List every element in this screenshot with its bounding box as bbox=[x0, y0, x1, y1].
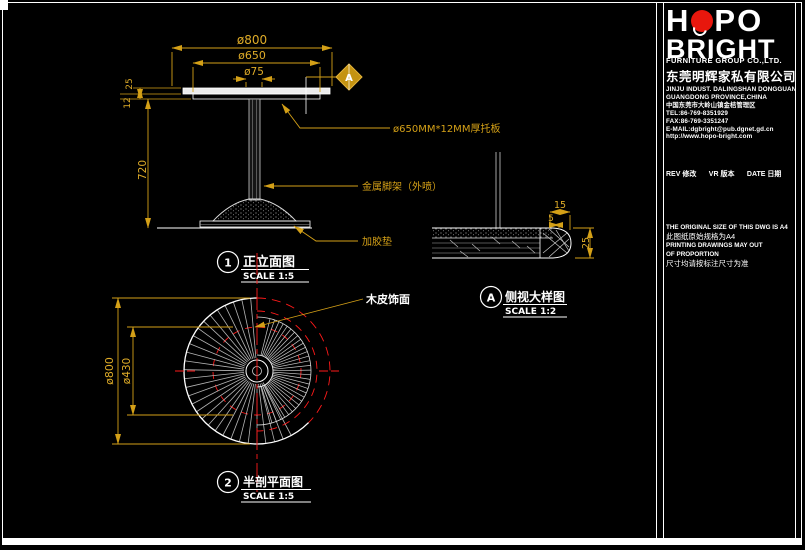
dim-column-diameter bbox=[233, 76, 275, 87]
rev-table-header: REV 修改 VR 版本 DATE 日期 bbox=[666, 163, 793, 181]
dim-thickness-total-text: 25 bbox=[125, 78, 135, 89]
address-line-cn: 中国东莞市大岭山镇金桔管理区 bbox=[666, 101, 756, 109]
view-detail-a: 15 5 25 A 侧视大样图 SCALE 1:2 bbox=[432, 200, 594, 318]
dim-height-text: 720 bbox=[137, 160, 149, 180]
base-dome bbox=[211, 198, 298, 222]
tabletop bbox=[182, 87, 331, 95]
logo-h: H bbox=[666, 3, 691, 38]
logo: H PO BRIGHT bbox=[666, 3, 793, 63]
notes-block: THE ORIGINAL SIZE OF THIS DWG IS A4 此图纸原… bbox=[666, 223, 793, 268]
view1-title: 1 正立面图 SCALE 1:5 bbox=[216, 250, 309, 283]
note-line-2: 此图纸原始规格为A4 bbox=[666, 232, 736, 241]
grain-ticks bbox=[449, 236, 536, 258]
plan-dim-base: ø430 bbox=[121, 358, 133, 384]
title-block: H PO BRIGHT FURNITURE GROUP CO.,LTD. 东莞明辉… bbox=[663, 0, 797, 550]
address-line-1: JINJU INDUST. DALINGSHAN DONGGUAN bbox=[666, 86, 797, 93]
label-veneer: 木皮饰面 bbox=[365, 292, 410, 306]
view-front-elevation: ø800 ø650 ø75 25 12 720 A ø650MM*12MM厚托板… bbox=[120, 33, 500, 283]
date-col: DATE 日期 bbox=[746, 171, 782, 178]
cad-drawing-sheet: ø800 ø650 ø75 25 12 720 A ø650MM*12MM厚托板… bbox=[0, 0, 805, 550]
view2-scale: SCALE 1:5 bbox=[243, 492, 294, 502]
dim-column-diameter-text: ø75 bbox=[244, 66, 264, 78]
website: http://www.hopo-bright.com bbox=[666, 133, 753, 141]
view1-num: 1 bbox=[224, 257, 232, 270]
label-board: ø650MM*12MM厚托板 bbox=[393, 122, 500, 135]
phone: TEL:86-769-8351929 bbox=[666, 109, 729, 117]
rev-col: REV 修改 bbox=[666, 171, 697, 178]
note-line-4: OF PROPORTION bbox=[666, 251, 719, 258]
dim-thickness-board-text: 12 bbox=[123, 97, 133, 108]
address-block: JINJU INDUST. DALINGSHAN DONGGUAN GUANGD… bbox=[666, 86, 797, 141]
logo-red-ball-icon bbox=[691, 10, 714, 32]
note-line-5: 尺寸均请按标注尺寸为准 bbox=[666, 259, 749, 268]
detail-dim-15: 15 bbox=[554, 200, 566, 211]
detail-balloon-letter: A bbox=[345, 73, 353, 84]
view2-name: 半剖平面图 bbox=[243, 474, 303, 489]
drawing-canvas: ø800 ø650 ø75 25 12 720 A ø650MM*12MM厚托板… bbox=[103, 33, 594, 503]
view1-scale: SCALE 1:5 bbox=[243, 272, 294, 282]
detail-balloon: A bbox=[306, 63, 363, 91]
note-line-3: PRINTING DRAWINGS MAY OUT bbox=[666, 242, 763, 249]
logo-po: PO bbox=[714, 3, 764, 38]
dim-board-diameter-text: ø650 bbox=[238, 49, 266, 62]
note-line-1: THE ORIGINAL SIZE OF THIS DWG IS A4 bbox=[666, 224, 788, 231]
titleblock-divider-outer bbox=[656, 2, 657, 538]
detail-dim-5: 5 bbox=[548, 214, 554, 224]
address-line-2: GUANGDONG PROVINCE,CHINA bbox=[666, 93, 768, 101]
dim-top-diameter-text: ø800 bbox=[237, 33, 267, 47]
logo-wordmark: H PO bbox=[666, 3, 793, 38]
company-name-cn: 东莞明辉家私有限公司 bbox=[666, 70, 797, 84]
leader-board bbox=[281, 103, 390, 129]
ver-col: VR 版本 bbox=[708, 171, 735, 178]
detail-dim-25: 25 bbox=[581, 237, 592, 249]
email: E-MAIL:dgbright@pub.dgnet.gd.cn bbox=[666, 125, 774, 133]
plan-dim-outer: ø800 bbox=[103, 357, 116, 385]
view1-name: 正立面图 bbox=[243, 254, 295, 270]
view2-num: 2 bbox=[224, 477, 232, 490]
detail-name: 侧视大样图 bbox=[505, 289, 565, 304]
frame-right-outer bbox=[801, 2, 802, 545]
bullnose-edge bbox=[552, 227, 572, 259]
detail-scale: SCALE 1:2 bbox=[505, 307, 556, 317]
pedestal-column bbox=[248, 98, 261, 201]
detail-title: A 侧视大样图 SCALE 1:2 bbox=[479, 285, 567, 318]
detail-dims bbox=[549, 209, 594, 259]
support-board bbox=[192, 93, 321, 100]
label-pad: 加胶垫 bbox=[362, 235, 392, 248]
view-plan: ø800 ø430 木皮饰面 2 半剖平面图 SCALE 1:5 bbox=[103, 253, 410, 503]
label-leg: 金属脚架（外喷） bbox=[362, 180, 442, 193]
fax: FAX:86-769-3351247 bbox=[666, 117, 729, 125]
detail-num: A bbox=[487, 292, 496, 305]
view2-title: 2 半剖平面图 SCALE 1:5 bbox=[216, 470, 311, 503]
logo-subtitle: FURNITURE GROUP CO.,LTD. bbox=[666, 56, 782, 65]
base-plate bbox=[199, 220, 311, 228]
